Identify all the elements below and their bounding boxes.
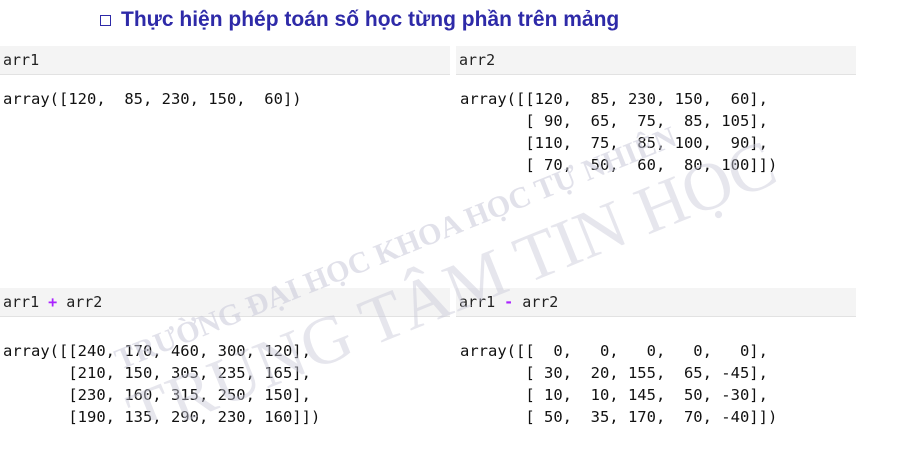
- operand-right: arr2: [522, 293, 559, 311]
- code-output-arr2: array([[120, 85, 230, 150, 60], [ 90, 65…: [460, 90, 778, 174]
- slide-title-text: Thực hiện phép toán số học từng phần trê…: [121, 8, 620, 31]
- operand-right: arr2: [66, 293, 103, 311]
- code-output-subtract: array([[ 0, 0, 0, 0, 0], [ 30, 20, 155, …: [460, 342, 778, 426]
- operand-left: arr1: [3, 293, 40, 311]
- operator-minus: -: [504, 293, 514, 311]
- code-output-arr1: array([120, 85, 230, 150, 60]): [3, 90, 302, 108]
- code-input-text: arr1: [3, 51, 40, 69]
- code-input-subtract[interactable]: arr1 - arr2: [456, 288, 856, 317]
- code-input-arr2[interactable]: arr2: [456, 46, 856, 75]
- operator-plus: +: [48, 293, 58, 311]
- operand-left: arr1: [459, 293, 496, 311]
- slide-title: Thực hiện phép toán số học từng phần trê…: [100, 8, 619, 32]
- code-output-add: array([[240, 170, 460, 300, 120], [210, …: [3, 342, 321, 426]
- code-input-add[interactable]: arr1 + arr2: [0, 288, 450, 317]
- code-input-text: arr2: [459, 51, 496, 69]
- code-input-arr1[interactable]: arr1: [0, 46, 450, 75]
- checkbox-bullet-icon: [100, 14, 111, 26]
